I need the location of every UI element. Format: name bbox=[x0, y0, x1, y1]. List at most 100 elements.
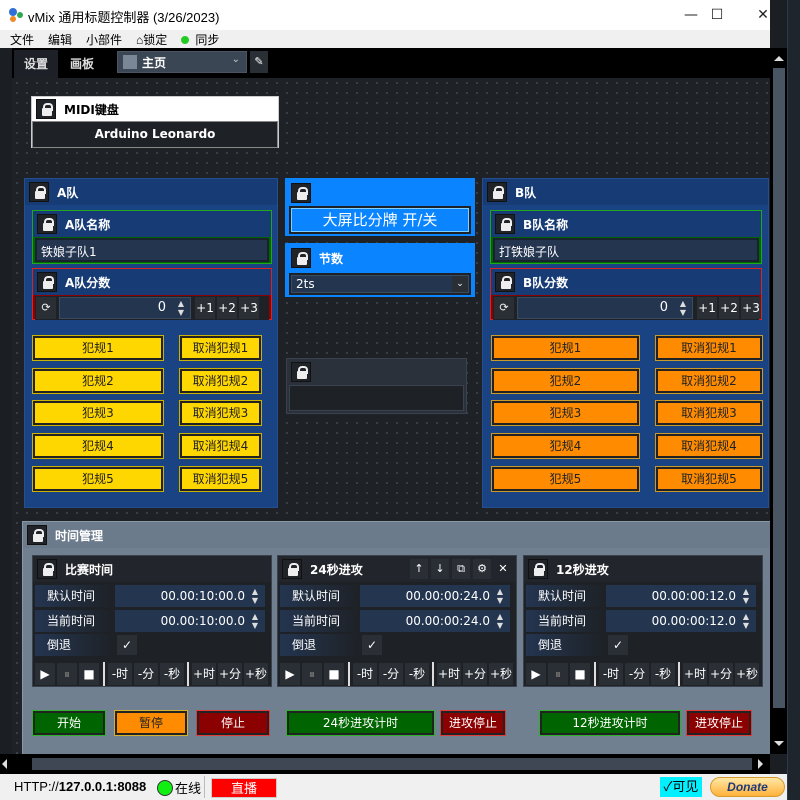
server-url[interactable]: HTTP://127.0.0.1:8088 bbox=[14, 779, 146, 794]
minus-hour-button[interactable]: -时 bbox=[353, 663, 377, 685]
team-a-name-input[interactable]: 铁娘子队1 bbox=[35, 238, 269, 262]
close-button[interactable]: ✕ bbox=[740, 0, 786, 30]
spinner-icon[interactable]: ▲ ▼ bbox=[739, 587, 753, 605]
lock-icon[interactable] bbox=[528, 559, 548, 579]
team-a-score-input[interactable]: 0 ▲ ▼ bbox=[59, 297, 191, 319]
minus-minute-button[interactable]: -分 bbox=[379, 663, 403, 685]
team-b-cancel-foul-1-button[interactable]: 取消犯规1 bbox=[655, 335, 763, 361]
spinner-icon[interactable]: ▲ ▼ bbox=[739, 612, 753, 630]
start-button[interactable]: 开始 bbox=[32, 710, 106, 736]
spinner-icon[interactable]: ▲ ▼ bbox=[248, 587, 262, 605]
plus-minute-button[interactable]: +分 bbox=[463, 663, 487, 685]
default-time-input[interactable]: 00.00:00:12.0 ▲ ▼ bbox=[606, 585, 756, 607]
visible-toggle[interactable]: ✓可见 bbox=[660, 777, 702, 797]
team-a-foul-3-button[interactable]: 犯规3 bbox=[32, 400, 164, 426]
pause-button[interactable]: ⏸ bbox=[57, 663, 77, 685]
play-button[interactable]: ▶ bbox=[280, 663, 300, 685]
team-a-plus3-button[interactable]: +3 bbox=[239, 297, 259, 319]
default-time-input[interactable]: 00.00:10:00.0 ▲ ▼ bbox=[115, 585, 265, 607]
shot-clock-24-stop-button[interactable]: 进攻停止 bbox=[440, 710, 506, 736]
donate-button[interactable]: Donate bbox=[710, 777, 785, 797]
team-b-plus3-button[interactable]: +3 bbox=[741, 297, 761, 319]
team-a-cancel-foul-1-button[interactable]: 取消犯规1 bbox=[179, 335, 262, 361]
team-a-cancel-foul-4-button[interactable]: 取消犯规4 bbox=[179, 433, 262, 459]
minus-second-button[interactable]: -秒 bbox=[405, 663, 429, 685]
lock-icon[interactable] bbox=[291, 183, 311, 203]
team-a-foul-2-button[interactable]: 犯规2 bbox=[32, 368, 164, 394]
current-time-input[interactable]: 00.00:10:00.0 ▲ ▼ bbox=[115, 610, 265, 632]
gear-icon[interactable]: ⚙ bbox=[473, 559, 491, 579]
stop-button[interactable]: ■ bbox=[570, 663, 590, 685]
stop-button[interactable]: ■ bbox=[79, 663, 99, 685]
team-b-cancel-foul-3-button[interactable]: 取消犯规3 bbox=[655, 400, 763, 426]
plus-minute-button[interactable]: +分 bbox=[709, 663, 733, 685]
team-b-foul-5-button[interactable]: 犯规5 bbox=[491, 466, 640, 492]
countdown-checkbox[interactable]: ✓ bbox=[362, 635, 382, 655]
live-button[interactable]: 直播 bbox=[211, 778, 277, 798]
menu-widgets[interactable]: 小部件 bbox=[86, 31, 122, 48]
lock-icon[interactable] bbox=[37, 559, 57, 579]
lock-icon[interactable] bbox=[29, 182, 49, 202]
horizontal-scroll-thumb[interactable] bbox=[32, 758, 752, 770]
move-down-icon[interactable]: ↓ bbox=[431, 559, 449, 579]
horizontal-scrollbar[interactable] bbox=[0, 754, 770, 774]
spinner-icon[interactable]: ▲ ▼ bbox=[174, 299, 188, 317]
lock-icon[interactable] bbox=[291, 248, 311, 268]
plus-hour-button[interactable]: +时 bbox=[683, 663, 707, 685]
play-button[interactable]: ▶ bbox=[526, 663, 546, 685]
stop-button[interactable]: ■ bbox=[324, 663, 344, 685]
vertical-scroll-thumb[interactable] bbox=[773, 68, 785, 708]
lock-icon[interactable] bbox=[36, 99, 56, 119]
scoreboard-toggle-button[interactable]: 大屏比分牌 开/关 bbox=[291, 208, 469, 232]
plus-second-button[interactable]: +秒 bbox=[735, 663, 759, 685]
pause-button[interactable]: 暂停 bbox=[114, 710, 188, 736]
vertical-scrollbar[interactable] bbox=[770, 48, 787, 754]
team-b-foul-2-button[interactable]: 犯规2 bbox=[491, 368, 640, 394]
minus-second-button[interactable]: -秒 bbox=[160, 663, 184, 685]
scroll-right-icon[interactable] bbox=[758, 759, 763, 769]
team-a-cancel-foul-2-button[interactable]: 取消犯规2 bbox=[179, 368, 262, 394]
plus-hour-button[interactable]: +时 bbox=[192, 663, 216, 685]
plus-second-button[interactable]: +秒 bbox=[244, 663, 268, 685]
shot-clock-24-start-button[interactable]: 24秒进攻计时 bbox=[286, 710, 435, 736]
team-a-foul-5-button[interactable]: 犯规5 bbox=[32, 466, 164, 492]
current-time-input[interactable]: 00.00:00:24.0 ▲ ▼ bbox=[360, 610, 510, 632]
lock-icon[interactable] bbox=[37, 272, 57, 292]
lock-icon[interactable] bbox=[495, 272, 515, 292]
menu-sync[interactable]: 同步 bbox=[181, 31, 219, 48]
edit-page-icon[interactable]: ✎ bbox=[250, 51, 268, 73]
team-a-plus2-button[interactable]: +2 bbox=[217, 297, 237, 319]
play-button[interactable]: ▶ bbox=[35, 663, 55, 685]
shot-clock-12-start-button[interactable]: 12秒进攻计时 bbox=[539, 710, 681, 736]
team-a-foul-1-button[interactable]: 犯规1 bbox=[32, 335, 164, 361]
menu-file[interactable]: 文件 bbox=[10, 31, 34, 48]
scroll-up-icon[interactable] bbox=[774, 56, 784, 61]
spinner-icon[interactable]: ▲ ▼ bbox=[676, 299, 690, 317]
lock-icon[interactable] bbox=[495, 214, 515, 234]
scroll-down-icon[interactable] bbox=[774, 741, 784, 746]
current-time-input[interactable]: 00.00:00:12.0 ▲ ▼ bbox=[606, 610, 756, 632]
minus-hour-button[interactable]: -时 bbox=[599, 663, 623, 685]
team-b-plus1-button[interactable]: +1 bbox=[697, 297, 717, 319]
team-b-score-input[interactable]: 0 ▲ ▼ bbox=[517, 297, 693, 319]
minus-minute-button[interactable]: -分 bbox=[134, 663, 158, 685]
reset-icon[interactable]: ⟳ bbox=[36, 297, 56, 319]
plus-minute-button[interactable]: +分 bbox=[218, 663, 242, 685]
team-b-cancel-foul-5-button[interactable]: 取消犯规5 bbox=[655, 466, 763, 492]
scroll-left-icon[interactable] bbox=[2, 759, 7, 769]
lock-icon[interactable] bbox=[291, 362, 311, 382]
lock-icon[interactable] bbox=[27, 525, 47, 545]
spinner-icon[interactable]: ▲ ▼ bbox=[493, 587, 507, 605]
menu-lock[interactable]: ⌂锁定 bbox=[136, 31, 167, 48]
empty-widget-content[interactable] bbox=[289, 385, 464, 411]
team-b-name-input[interactable]: 打铁娘子队 bbox=[493, 238, 759, 262]
team-b-plus2-button[interactable]: +2 bbox=[719, 297, 739, 319]
team-b-foul-1-button[interactable]: 犯规1 bbox=[491, 335, 640, 361]
shot-clock-12-stop-button[interactable]: 进攻停止 bbox=[686, 710, 752, 736]
plus-second-button[interactable]: +秒 bbox=[489, 663, 513, 685]
countdown-checkbox[interactable]: ✓ bbox=[608, 635, 628, 655]
stop-button[interactable]: 停止 bbox=[196, 710, 270, 736]
close-icon[interactable]: ✕ bbox=[494, 559, 512, 579]
minus-hour-button[interactable]: -时 bbox=[108, 663, 132, 685]
move-up-icon[interactable]: ↑ bbox=[410, 559, 428, 579]
